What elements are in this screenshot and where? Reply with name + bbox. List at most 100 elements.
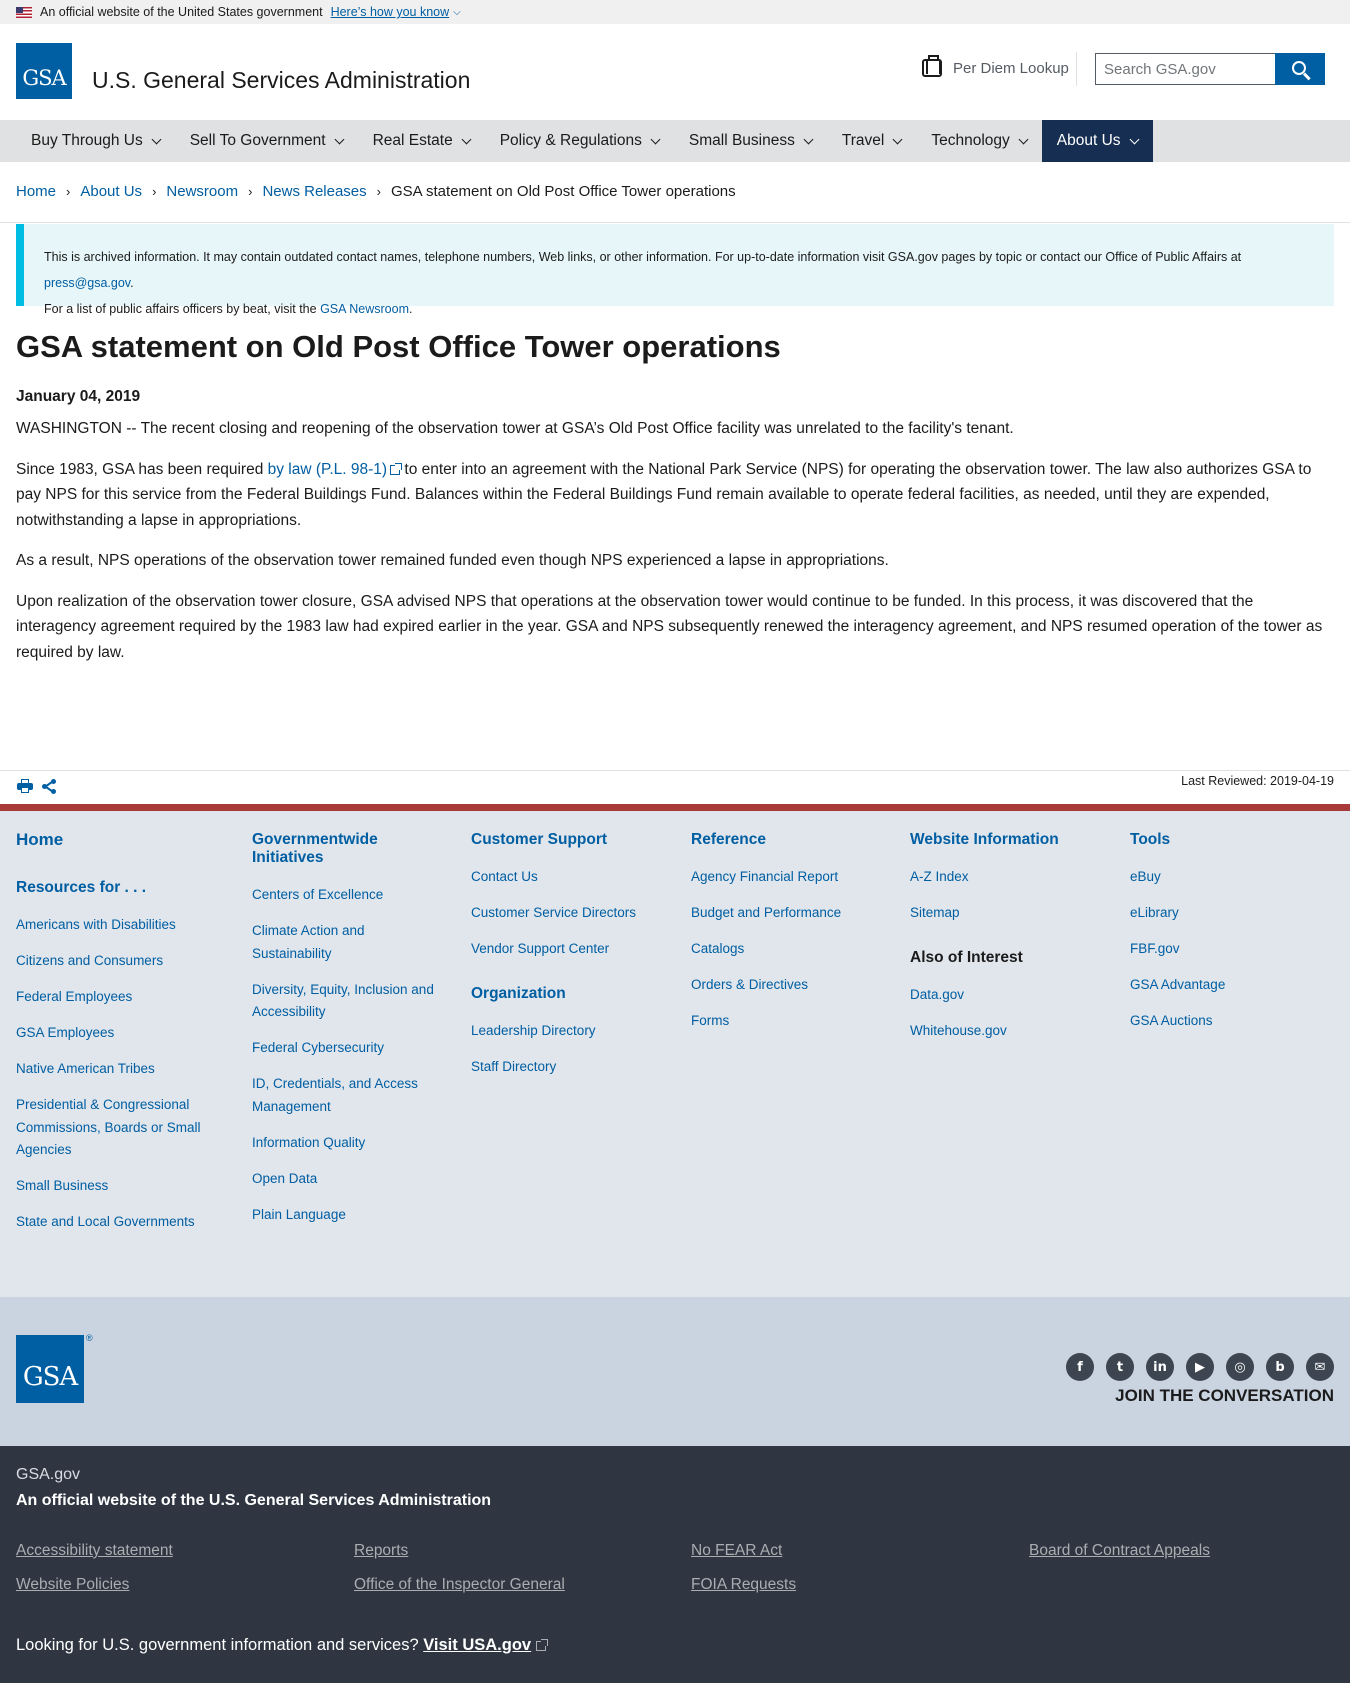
breadcrumb-newsroom[interactable]: Newsroom xyxy=(166,183,238,200)
footer-link[interactable]: Federal Cybersecurity xyxy=(252,1037,442,1060)
alert-text: This is archived information. It may con… xyxy=(44,250,1242,264)
footer-link[interactable]: Small Business xyxy=(16,1175,216,1198)
site-header: GSA U.S. General Services Administration… xyxy=(0,24,1350,120)
last-reviewed: Last Reviewed: 2019-04-19 xyxy=(1181,774,1334,788)
footer-link[interactable]: Budget and Performance xyxy=(691,902,891,925)
footer-official-text: An official website of the U.S. General … xyxy=(16,1492,492,1509)
footer-link[interactable]: Diversity, Equity, Inclusion and Accessi… xyxy=(252,979,442,1024)
archived-info-alert: This is archived information. It may con… xyxy=(16,224,1334,316)
heres-how-you-know-link[interactable]: Here’s how you know xyxy=(331,5,450,19)
footer-link[interactable]: ID, Credentials, and Access Management xyxy=(252,1073,442,1118)
linkedin-icon[interactable]: in xyxy=(1146,1353,1174,1381)
blog-icon[interactable]: b xyxy=(1266,1353,1294,1381)
foia-requests-link[interactable]: FOIA Requests xyxy=(691,1576,796,1594)
footer-link[interactable]: GSA Advantage xyxy=(1130,974,1320,997)
footer-col-website-info: Website Information A-Z Index Sitemap Al… xyxy=(910,831,1110,1056)
inspector-general-link[interactable]: Office of the Inspector General xyxy=(354,1576,565,1594)
no-fear-act-link[interactable]: No FEAR Act xyxy=(691,1542,782,1560)
footer-link[interactable]: eLibrary xyxy=(1130,902,1320,925)
external-link-icon xyxy=(390,462,403,475)
gsa-newsroom-link[interactable]: GSA Newsroom xyxy=(320,302,409,316)
footer-link[interactable]: Agency Financial Report xyxy=(691,866,891,889)
footer-col-resources: Home Resources for . . . Americans with … xyxy=(16,831,216,1247)
chevron-right-icon: › xyxy=(152,184,157,199)
search-input[interactable] xyxy=(1095,53,1276,85)
youtube-icon[interactable]: ▶ xyxy=(1186,1353,1214,1381)
footer-link[interactable]: Contact Us xyxy=(471,866,671,889)
footer-link[interactable]: Leadership Directory xyxy=(471,1020,671,1043)
footer-gsa-logo[interactable]: GSA xyxy=(16,1335,84,1403)
breadcrumb-home[interactable]: Home xyxy=(16,183,56,200)
footer-link[interactable]: Catalogs xyxy=(691,938,891,961)
footer-link[interactable]: GSA Employees xyxy=(16,1022,216,1045)
twitter-icon[interactable]: t xyxy=(1106,1353,1134,1381)
footer-link[interactable]: Americans with Disabilities xyxy=(16,914,216,937)
footer-link[interactable]: Orders & Directives xyxy=(691,974,891,997)
footer-link[interactable]: A-Z Index xyxy=(910,866,1110,889)
nav-technology[interactable]: Technology xyxy=(916,120,1041,162)
chevron-down-icon xyxy=(1018,134,1029,145)
nav-label: Small Business xyxy=(688,132,795,149)
breadcrumb-news-releases[interactable]: News Releases xyxy=(262,183,366,200)
footer-link[interactable]: Whitehouse.gov xyxy=(910,1020,1110,1043)
nav-small-business[interactable]: Small Business xyxy=(674,120,827,162)
footer-link[interactable]: Native American Tribes xyxy=(16,1058,216,1081)
reports-link[interactable]: Reports xyxy=(354,1542,408,1560)
nav-sell-to-government[interactable]: Sell To Government xyxy=(175,120,358,162)
breadcrumb-about-us[interactable]: About Us xyxy=(80,183,142,200)
footer-link[interactable]: Information Quality xyxy=(252,1132,442,1155)
footer-heading: Tools xyxy=(1130,831,1171,848)
footer-link[interactable]: Presidential & Congressional Commissions… xyxy=(16,1094,216,1162)
instagram-icon[interactable]: ◎ xyxy=(1226,1353,1254,1381)
search-button[interactable] xyxy=(1275,53,1325,85)
footer-link[interactable]: Centers of Excellence xyxy=(252,884,442,907)
footer-link[interactable]: FBF.gov xyxy=(1130,938,1320,961)
footer-link[interactable]: Open Data xyxy=(252,1168,442,1191)
footer-link[interactable]: Vendor Support Center xyxy=(471,938,671,961)
alert-line-1: This is archived information. It may con… xyxy=(44,244,1314,296)
footer-link[interactable]: Staff Directory xyxy=(471,1056,671,1079)
alert-text: . xyxy=(130,276,134,290)
footer-link[interactable]: Sitemap xyxy=(910,902,1110,925)
chevron-down-icon[interactable]: ⌵ xyxy=(453,7,461,18)
website-policies-link[interactable]: Website Policies xyxy=(16,1576,129,1594)
nav-label: Sell To Government xyxy=(189,132,326,149)
by-law-link[interactable]: by law (P.L. 98-1) xyxy=(268,461,387,478)
chevron-down-icon xyxy=(151,134,162,145)
footer-link[interactable]: Data.gov xyxy=(910,984,1110,1007)
article-text: Since 1983, GSA has been required xyxy=(16,460,268,478)
alert-text: . xyxy=(408,302,413,316)
share-icon[interactable] xyxy=(42,779,56,794)
footer-link[interactable]: GSA Auctions xyxy=(1130,1010,1320,1033)
nav-about-us[interactable]: About Us xyxy=(1041,120,1153,162)
chevron-down-icon xyxy=(892,134,903,145)
nav-real-estate[interactable]: Real Estate xyxy=(358,120,485,162)
footer-link[interactable]: eBuy xyxy=(1130,866,1320,889)
footer-link[interactable]: Federal Employees xyxy=(16,986,216,1009)
footer-heading: Organization xyxy=(471,984,566,1002)
site-title[interactable]: U.S. General Services Administration xyxy=(92,67,470,94)
press-email-link[interactable]: press@gsa.gov xyxy=(44,276,130,290)
nav-policy-regulations[interactable]: Policy & Regulations xyxy=(485,120,674,162)
divider xyxy=(0,770,1350,771)
footer-link[interactable]: Citizens and Consumers xyxy=(16,950,216,973)
footer-link[interactable]: Forms xyxy=(691,1010,891,1033)
footer-link[interactable]: Customer Service Directors xyxy=(471,902,671,925)
board-of-contract-appeals-link[interactable]: Board of Contract Appeals xyxy=(1029,1542,1210,1560)
footer-col-support: Customer Support Contact Us Customer Ser… xyxy=(471,831,671,1092)
gsa-logo[interactable]: GSA xyxy=(16,43,72,99)
email-icon[interactable]: ✉ xyxy=(1306,1353,1334,1381)
footer-link[interactable]: State and Local Governments xyxy=(16,1211,216,1234)
article-paragraph: Since 1983, GSA has been required by law… xyxy=(16,457,1334,534)
facebook-icon[interactable]: f xyxy=(1066,1353,1094,1381)
footer-link[interactable]: Climate Action and Sustainability xyxy=(252,920,442,965)
visit-usa-gov-link[interactable]: Visit USA.gov xyxy=(423,1636,531,1654)
print-icon[interactable] xyxy=(17,779,33,793)
breadcrumb: Home › About Us › Newsroom › News Releas… xyxy=(16,183,736,200)
accessibility-statement-link[interactable]: Accessibility statement xyxy=(16,1542,173,1560)
per-diem-lookup-link[interactable]: Per Diem Lookup xyxy=(922,54,1069,82)
footer-home-link[interactable]: Home xyxy=(16,831,216,849)
footer-link[interactable]: Plain Language xyxy=(252,1204,442,1227)
nav-buy-through-us[interactable]: Buy Through Us xyxy=(16,120,175,162)
nav-travel[interactable]: Travel xyxy=(827,120,917,162)
